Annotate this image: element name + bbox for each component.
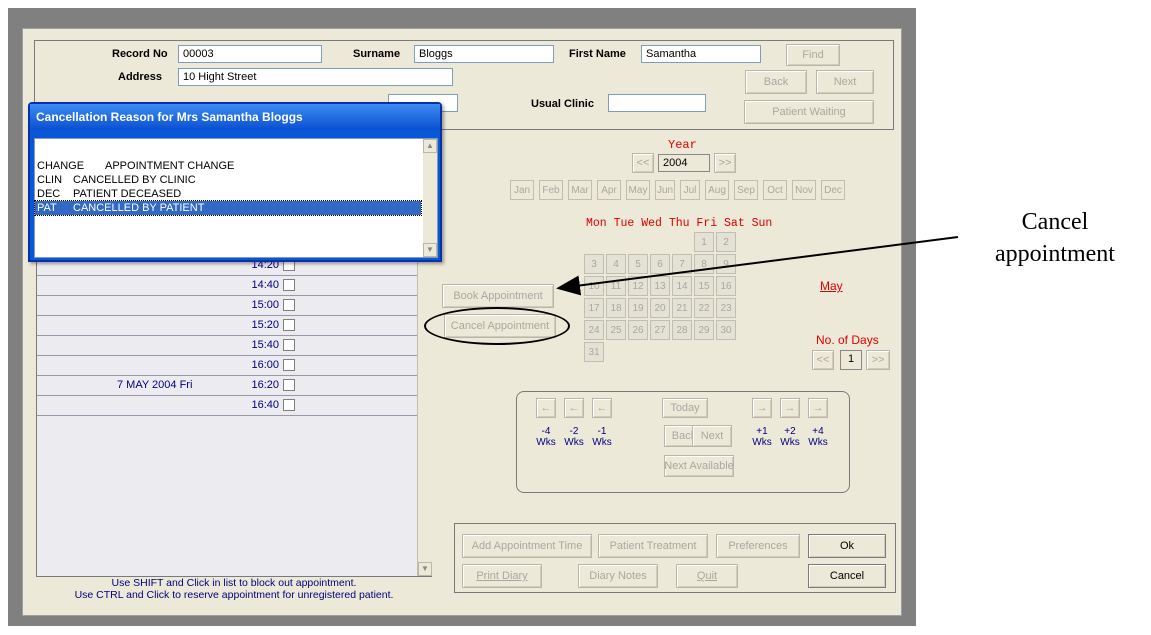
annotation-arrow-line: [556, 236, 959, 296]
annotation-arrow: [556, 236, 959, 296]
